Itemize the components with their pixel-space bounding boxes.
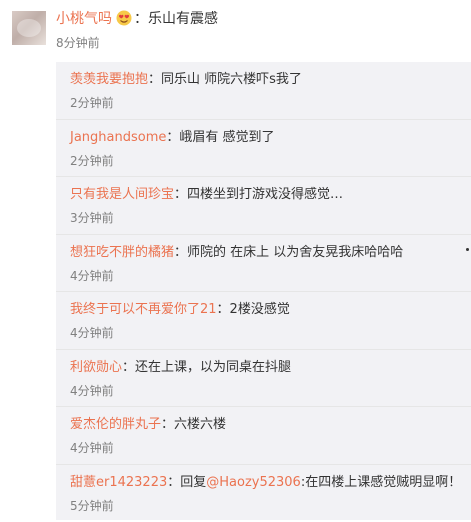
reply-username[interactable]: 爱杰伦的胖丸子 bbox=[70, 417, 161, 432]
reply-username[interactable]: 利欲勋心 bbox=[70, 360, 122, 375]
reply-text: ：四楼坐到打游戏没得感觉… bbox=[174, 187, 343, 202]
reply-mention-link[interactable]: @Haozy52306 bbox=[206, 475, 301, 490]
reply-username[interactable]: 我终于可以不再爱你了21 bbox=[70, 302, 217, 317]
reply-time: 3分钟前 bbox=[70, 210, 114, 226]
reply-line: 利欲勋心：还在上课，以为同桌在抖腿 bbox=[70, 359, 291, 377]
avatar[interactable] bbox=[12, 11, 46, 45]
reply-text: ：2楼没感觉 bbox=[217, 302, 290, 317]
heart-eyes-emoji-icon bbox=[116, 10, 132, 26]
reply-line: 甜薏er1423223：回复@Haozy52306:在四楼上课感觉贼明显啊！ bbox=[70, 474, 461, 492]
reply-text: ：师院的 在床上 以为舍友晃我床哈哈哈 bbox=[174, 245, 403, 260]
reply-text: ：回复 bbox=[167, 475, 206, 490]
more-dot-icon bbox=[466, 248, 469, 251]
reply-item: 甜薏er1423223：回复@Haozy52306:在四楼上课感觉贼明显啊！ 5… bbox=[56, 465, 471, 522]
reply-time: 4分钟前 bbox=[70, 268, 114, 284]
reply-item: 只有我是人间珍宝：四楼坐到打游戏没得感觉… 3分钟前 bbox=[56, 177, 471, 235]
reply-time: 2分钟前 bbox=[70, 95, 114, 111]
comment-time: 8分钟前 bbox=[56, 34, 100, 52]
reply-time: 4分钟前 bbox=[70, 383, 114, 399]
reply-line: Janghandsome：峨眉有 感觉到了 bbox=[70, 129, 275, 147]
reply-time: 5分钟前 bbox=[70, 498, 114, 514]
reply-text: ：六楼六楼 bbox=[161, 417, 226, 432]
reply-time: 4分钟前 bbox=[70, 440, 114, 456]
reply-username[interactable]: 甜薏er1423223 bbox=[70, 475, 167, 490]
comment-text: 乐山有震感 bbox=[148, 11, 218, 27]
comment-username[interactable]: 小桃气吗 bbox=[56, 11, 112, 27]
reply-time: 2分钟前 bbox=[70, 153, 114, 169]
reply-username[interactable]: 想狂吃不胖的橘猪 bbox=[70, 245, 174, 260]
reply-line: 爱杰伦的胖丸子：六楼六楼 bbox=[70, 416, 226, 434]
reply-line: 想狂吃不胖的橘猪：师院的 在床上 以为舍友晃我床哈哈哈 bbox=[70, 244, 403, 262]
comment-separator: ： bbox=[134, 11, 148, 27]
reply-text: ：还在上课，以为同桌在抖腿 bbox=[122, 360, 291, 375]
reply-item: 想狂吃不胖的橘猪：师院的 在床上 以为舍友晃我床哈哈哈 4分钟前 bbox=[56, 235, 471, 293]
reply-text: :在四楼上课感觉贼明显啊！ bbox=[301, 475, 461, 490]
reply-item: 利欲勋心：还在上课，以为同桌在抖腿 4分钟前 bbox=[56, 350, 471, 408]
reply-list: 羡羡我要抱抱：同乐山 师院六楼吓s我了 2分钟前 Janghandsome：峨眉… bbox=[56, 62, 471, 520]
reply-username[interactable]: Janghandsome bbox=[70, 130, 166, 145]
reply-line: 羡羡我要抱抱：同乐山 师院六楼吓s我了 bbox=[70, 71, 302, 89]
reply-username[interactable]: 羡羡我要抱抱 bbox=[70, 72, 148, 87]
reply-time: 4分钟前 bbox=[70, 325, 114, 341]
reply-line: 我终于可以不再爱你了21：2楼没感觉 bbox=[70, 301, 290, 319]
comment-item: 小桃气吗 ：乐山有震感 8分钟前 bbox=[0, 0, 471, 62]
reply-text: ：同乐山 师院六楼吓s我了 bbox=[148, 72, 302, 87]
comment-line: 小桃气吗 ：乐山有震感 bbox=[56, 9, 218, 29]
reply-item: 羡羡我要抱抱：同乐山 师院六楼吓s我了 2分钟前 bbox=[56, 62, 471, 120]
reply-item: Janghandsome：峨眉有 感觉到了 2分钟前 bbox=[56, 120, 471, 178]
reply-username[interactable]: 只有我是人间珍宝 bbox=[70, 187, 174, 202]
reply-item: 我终于可以不再爱你了21：2楼没感觉 4分钟前 bbox=[56, 292, 471, 350]
reply-item: 爱杰伦的胖丸子：六楼六楼 4分钟前 bbox=[56, 407, 471, 465]
reply-text: ：峨眉有 感觉到了 bbox=[166, 130, 274, 145]
reply-line: 只有我是人间珍宝：四楼坐到打游戏没得感觉… bbox=[70, 186, 343, 204]
